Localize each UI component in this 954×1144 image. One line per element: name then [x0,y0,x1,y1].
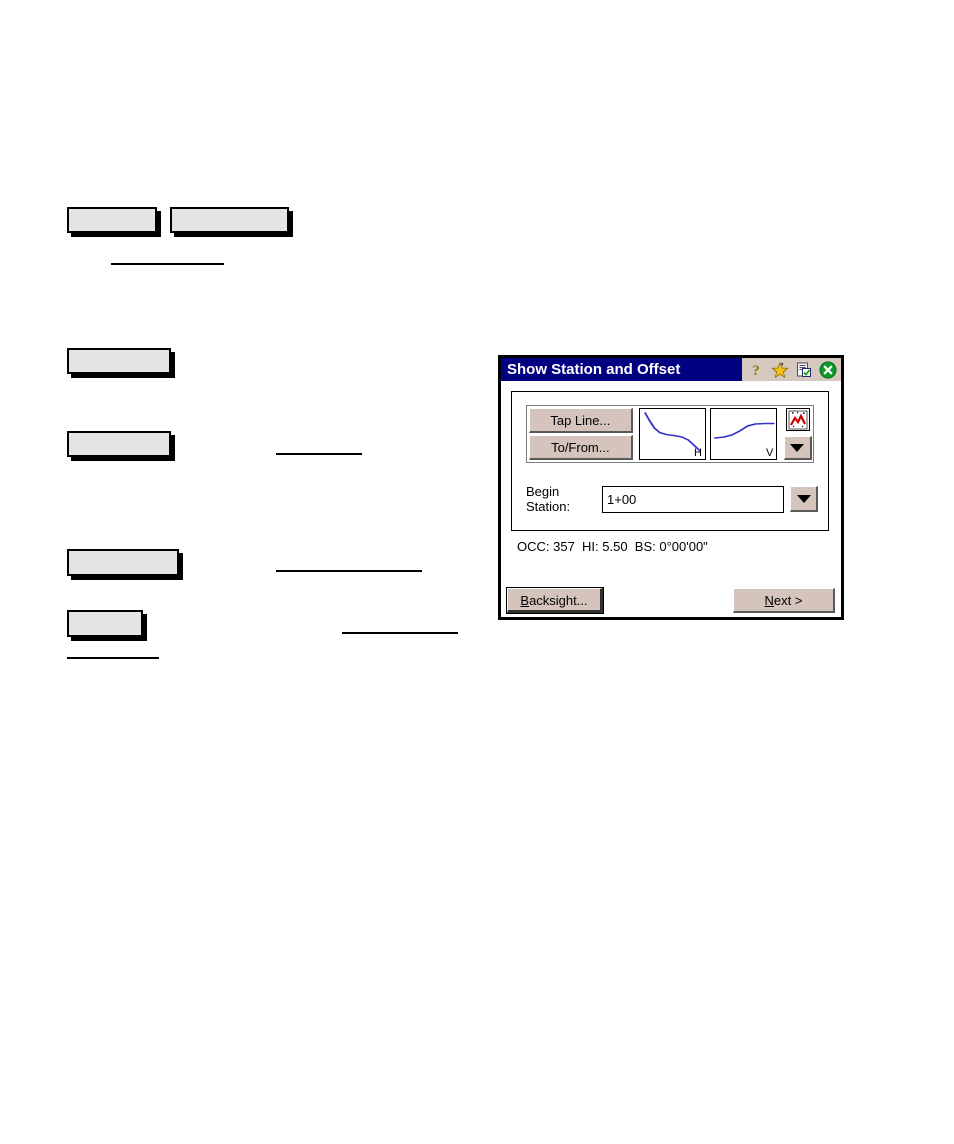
blank-box-3 [67,348,171,374]
backsight-accel: B [520,592,530,608]
rule-3 [276,570,422,572]
horizontal-alignment-label: H [694,447,702,459]
tap-line-button[interactable]: Tap Line... [529,408,633,433]
horizontal-alignment-thumbnail[interactable]: H [638,408,706,460]
blank-box-5 [67,549,179,576]
title-bar-icon-group: ? [742,358,841,381]
alignment-selector-frame: Tap Line... To/From... H V [526,405,814,463]
view-controls [782,406,813,462]
backsight-label-rest: acksight... [529,592,588,608]
next-button[interactable]: Next > [733,587,835,613]
help-icon[interactable]: ? [747,361,765,379]
begin-station-dropdown-button[interactable] [790,486,818,512]
map-view-glyph [788,410,808,429]
checklist-icon[interactable] [795,361,813,379]
blank-box-4 [67,431,171,457]
blank-box-1 [67,207,157,233]
svg-text:?: ? [752,363,760,379]
to-from-button[interactable]: To/From... [529,435,633,460]
dialog-title-bar: Show Station and Offset ? [501,358,841,381]
alignment-mode-button-group: Tap Line... To/From... [527,406,635,462]
blank-box-6 [67,610,143,637]
rule-1 [111,263,224,265]
rule-4 [342,632,458,634]
dialog-body: Tap Line... To/From... H V Begin Station… [501,381,841,617]
chevron-down-icon [790,443,805,452]
dialog-footer: Backsight... Next > [501,586,841,614]
begin-station-label: Begin Station: [526,484,571,514]
blank-box-2 [170,207,289,233]
alignment-group-panel: Tap Line... To/From... H V Begin Station… [511,391,829,531]
status-text: OCC: 357 HI: 5.50 BS: 0°00'00" [517,539,708,554]
begin-station-row: Begin Station: [526,484,818,514]
vertical-alignment-label: V [765,447,774,459]
rule-5 [67,657,159,659]
rule-2 [276,453,362,455]
page-title: Show Station and Offset [507,361,681,378]
view-dropdown-button[interactable] [783,436,812,460]
backsight-button[interactable]: Backsight... [506,586,604,614]
close-icon[interactable] [819,361,837,379]
begin-station-input[interactable] [602,485,784,513]
show-station-and-offset-dialog: Show Station and Offset ? Tap Line... To… [498,355,844,620]
chevron-down-icon [796,494,811,503]
next-accel: N [764,592,774,608]
vertical-alignment-thumbnail[interactable]: V [710,408,778,460]
favorites-star-icon[interactable] [771,361,789,379]
map-view-icon[interactable] [785,408,810,431]
next-label-rest: ext > [773,592,803,608]
